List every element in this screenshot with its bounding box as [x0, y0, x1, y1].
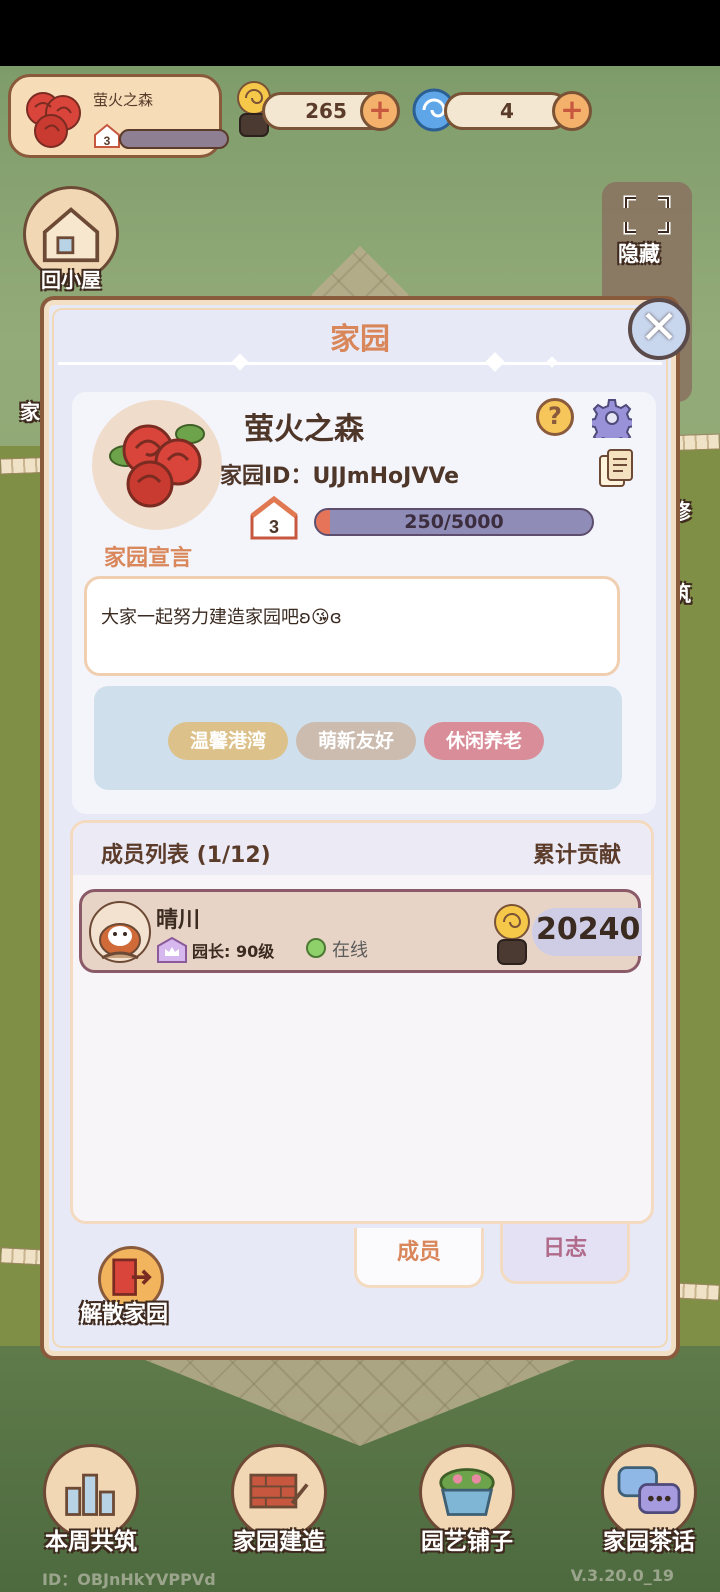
- nav-home-chat-label: 家园茶话: [603, 1529, 695, 1555]
- tag-newbie-friendly: 萌新友好: [296, 722, 416, 760]
- nav-garden-shop-label: 园艺铺子: [421, 1529, 513, 1555]
- tag-warm-harbor: 温馨港湾: [168, 722, 288, 760]
- tab-log[interactable]: 日志: [500, 1224, 630, 1284]
- rose-avatar-icon: [26, 92, 81, 148]
- hide-label[interactable]: 隐藏: [618, 238, 660, 268]
- back-home-button[interactable]: 回小屋: [16, 186, 126, 293]
- nav-home-build-label: 家园建造: [233, 1529, 325, 1555]
- nav-weekly-build-label: 本周共筑: [45, 1529, 137, 1555]
- title-divider: [58, 352, 662, 372]
- add-gems-button[interactable]: +: [552, 91, 592, 131]
- house-level-icon: 3: [250, 496, 298, 540]
- gear-icon[interactable]: [592, 398, 632, 438]
- partial-left-label: 家: [20, 400, 40, 424]
- member-status: 在线: [332, 940, 368, 961]
- level-progress-text: 250/5000: [404, 511, 504, 533]
- svg-text:3: 3: [104, 134, 111, 148]
- contribution-title: 累计贡献: [532, 843, 621, 868]
- rose-avatar-icon: [92, 400, 222, 530]
- snail-coin-icon: [494, 904, 530, 965]
- level-progress-bar: [119, 129, 229, 149]
- expand-icon[interactable]: [622, 194, 672, 236]
- tags-box: 温馨港湾 萌新友好 休闲养老: [94, 686, 622, 790]
- team-name: 萤火之森: [93, 91, 154, 109]
- nav-home-chat[interactable]: 家园茶话: [574, 1444, 720, 1556]
- svg-text:3: 3: [269, 517, 279, 537]
- footer-user-id: ID：OBJnHkYVPPVd: [42, 1570, 216, 1589]
- member-role: 园长: 90级: [192, 942, 275, 961]
- team-id-value: UJJmHoJVVe: [312, 464, 460, 489]
- team-name: 萤火之森: [244, 412, 364, 447]
- nav-weekly-build[interactable]: 本周共筑: [16, 1444, 166, 1556]
- member-row[interactable]: 晴川 园长: 90级 在线 20240: [79, 889, 642, 973]
- close-button[interactable]: ✕: [628, 298, 690, 360]
- help-icon[interactable]: ?: [536, 398, 574, 436]
- divider-ornament: [546, 356, 558, 368]
- homeland-dialog: 家园 萤火之森 ? 家园ID：UJJmHoJVVe 3 250/5000 家园宣…: [40, 296, 680, 1360]
- contribution-value: 20240: [536, 912, 641, 947]
- members-card: 成员列表 (1/12) 累计贡献 晴川 园长: 90级 在线 20240: [70, 820, 654, 1224]
- nav-home-build[interactable]: 家园建造: [204, 1444, 354, 1556]
- team-id: 家园ID：UJJmHoJVVe: [220, 458, 459, 490]
- tag-casual-retire: 休闲养老: [424, 722, 544, 760]
- back-home-label: 回小屋: [41, 268, 101, 292]
- team-profile-card[interactable]: 萤火之森 3: [8, 74, 229, 158]
- add-coins-button[interactable]: +: [360, 91, 400, 131]
- declaration-label: 家园宣言: [104, 546, 193, 571]
- crown-house-icon: [157, 936, 187, 963]
- level-progress-bar: 250/5000: [314, 508, 594, 536]
- nav-garden-shop[interactable]: 园艺铺子: [392, 1444, 542, 1556]
- copy-icon[interactable]: [598, 448, 634, 490]
- team-id-label: 家园ID：: [220, 464, 313, 489]
- dialog-title: 家园: [330, 322, 390, 357]
- house-level-icon: 3: [94, 123, 120, 148]
- disband-label[interactable]: 解散家园: [80, 1296, 168, 1328]
- member-name: 晴川: [156, 908, 201, 933]
- members-title: 成员列表 (1/12): [101, 843, 271, 868]
- online-status-icon: [306, 938, 326, 958]
- declaration-box[interactable]: 大家一起努力建造家园吧ʚ😘ɞ: [84, 576, 620, 676]
- declaration-text: 大家一起努力建造家园吧ʚ😘ɞ: [101, 607, 342, 628]
- members-header: 成员列表 (1/12) 累计贡献: [73, 823, 651, 875]
- tab-members[interactable]: 成员: [354, 1228, 484, 1288]
- status-bar: [0, 0, 720, 66]
- footer-version: V.3.20.0_19: [570, 1566, 674, 1585]
- red-panda-avatar-icon: [89, 901, 151, 963]
